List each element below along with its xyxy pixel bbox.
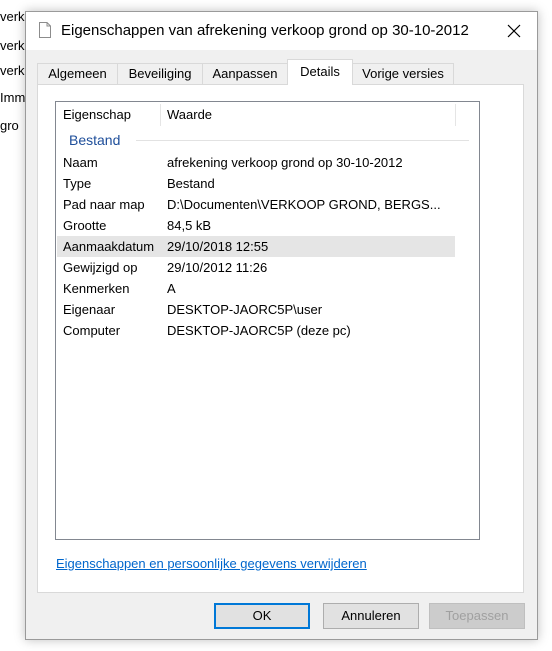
property-name: Aanmaakdatum [63, 239, 155, 254]
tab-beveiliging[interactable]: Beveiliging [117, 63, 203, 84]
properties-dialog: Eigenschappen van afrekening verkoop gro… [25, 11, 538, 640]
property-value: Bestand [167, 176, 215, 191]
list-header: Eigenschap Waarde [56, 102, 479, 128]
remove-properties-link[interactable]: Eigenschappen en persoonlijke gegevens v… [56, 556, 367, 571]
group-header-bestand: Bestand [69, 132, 121, 148]
property-value: 29/10/2018 12:55 [167, 239, 269, 254]
tab-details[interactable]: Details [287, 59, 353, 85]
list-item[interactable]: Type Bestand [57, 173, 455, 194]
property-name: Naam [63, 155, 98, 170]
close-icon [507, 24, 521, 38]
property-name: Grootte [63, 218, 107, 233]
property-value: A [167, 281, 176, 296]
details-panel: Eigenschap Waarde Bestand Naam afrekenin… [37, 84, 524, 593]
bg-row-text: gro [0, 118, 19, 133]
close-button[interactable] [491, 12, 537, 50]
list-item[interactable]: Pad naar map D:\Documenten\VERKOOP GROND… [57, 194, 455, 215]
list-item[interactable]: Naam afrekening verkoop grond op 30-10-2… [57, 152, 455, 173]
column-divider[interactable] [455, 104, 456, 126]
property-name: Pad naar map [63, 197, 145, 212]
apply-button[interactable]: Toepassen [429, 603, 525, 629]
tab-vorige-versies[interactable]: Vorige versies [352, 63, 454, 84]
list-item[interactable]: Grootte 84,5 kB [57, 215, 455, 236]
property-value: DESKTOP-JAORC5P\user [167, 302, 323, 317]
property-value: 84,5 kB [167, 218, 212, 233]
cancel-button[interactable]: Annuleren [323, 603, 419, 629]
column-header-property[interactable]: Eigenschap [56, 102, 159, 128]
column-header-value[interactable]: Waarde [160, 102, 457, 128]
document-icon [39, 22, 51, 38]
property-name: Type [63, 176, 92, 191]
group-divider [136, 140, 469, 141]
property-value: D:\Documenten\VERKOOP GROND, BERGS... [167, 197, 441, 212]
list-item[interactable]: Gewijzigd op 29/10/2012 11:26 [57, 257, 455, 278]
properties-list[interactable]: Eigenschap Waarde Bestand Naam afrekenin… [55, 101, 480, 540]
property-name: Gewijzigd op [63, 260, 138, 275]
title-bar[interactable]: Eigenschappen van afrekening verkoop gro… [26, 12, 537, 50]
ok-button[interactable]: OK [214, 603, 310, 629]
list-item[interactable]: Computer DESKTOP-JAORC5P (deze pc) [57, 320, 455, 341]
property-value: afrekening verkoop grond op 30-10-2012 [167, 155, 403, 170]
property-value: 29/10/2012 11:26 [167, 260, 268, 275]
property-name: Kenmerken [63, 281, 130, 296]
list-item-selected[interactable]: Aanmaakdatum 29/10/2018 12:55 [57, 236, 455, 257]
tab-aanpassen[interactable]: Aanpassen [202, 63, 288, 84]
property-name: Computer [63, 323, 121, 338]
list-item[interactable]: Kenmerken A [57, 278, 455, 299]
property-value: DESKTOP-JAORC5P (deze pc) [167, 323, 351, 338]
tab-algemeen[interactable]: Algemeen [37, 63, 118, 84]
property-name: Eigenaar [63, 302, 116, 317]
dialog-title: Eigenschappen van afrekening verkoop gro… [61, 22, 469, 39]
bg-row-text: Imm [0, 90, 26, 105]
list-item[interactable]: Eigenaar DESKTOP-JAORC5P\user [57, 299, 455, 320]
